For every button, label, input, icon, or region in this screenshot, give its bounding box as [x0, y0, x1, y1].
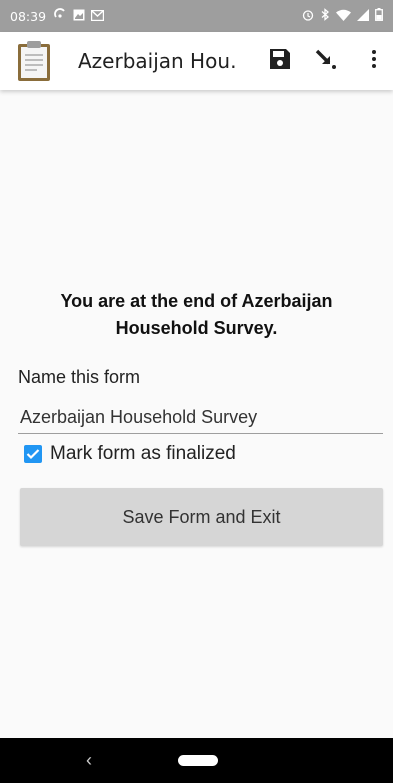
status-right-icons: [302, 8, 383, 24]
finalize-checkbox-row[interactable]: Mark form as finalized: [24, 443, 236, 465]
navigation-bar: ‹: [0, 738, 393, 783]
home-icon[interactable]: [178, 755, 218, 766]
back-icon[interactable]: ‹: [86, 750, 92, 771]
more-options-button[interactable]: [352, 32, 393, 90]
name-form-label: Name this form: [18, 367, 141, 387]
alarm-icon: [302, 9, 314, 24]
more-vert-icon: [371, 49, 377, 74]
form-end-content: You are at the end of Azerbaijan Househo…: [0, 90, 393, 738]
save-icon: [269, 48, 291, 75]
gmail-icon: [90, 9, 105, 24]
bluetooth-icon: [320, 8, 330, 24]
sync-icon: [54, 8, 67, 24]
battery-icon: [375, 8, 383, 24]
clipboard-app-icon: [16, 40, 52, 82]
app-title: Azerbaijan Hou…: [78, 49, 238, 73]
finalize-checkbox[interactable]: [24, 445, 42, 463]
app-bar: Azerbaijan Hou…: [0, 32, 393, 90]
end-of-form-message: You are at the end of Azerbaijan Househo…: [60, 291, 333, 338]
image-icon: [73, 9, 85, 24]
form-name-input[interactable]: [18, 402, 383, 434]
finalize-label: Mark form as finalized: [50, 443, 236, 464]
goto-button[interactable]: [304, 32, 348, 90]
status-time: 08:39: [10, 8, 47, 24]
save-form-and-exit-button[interactable]: Save Form and Exit: [20, 488, 383, 546]
signal-icon: [357, 8, 369, 24]
save-button[interactable]: [258, 32, 302, 90]
goto-icon: [314, 48, 338, 75]
wifi-icon: [336, 9, 351, 24]
check-icon: [26, 449, 40, 460]
status-bar: 08:39: [0, 0, 393, 32]
